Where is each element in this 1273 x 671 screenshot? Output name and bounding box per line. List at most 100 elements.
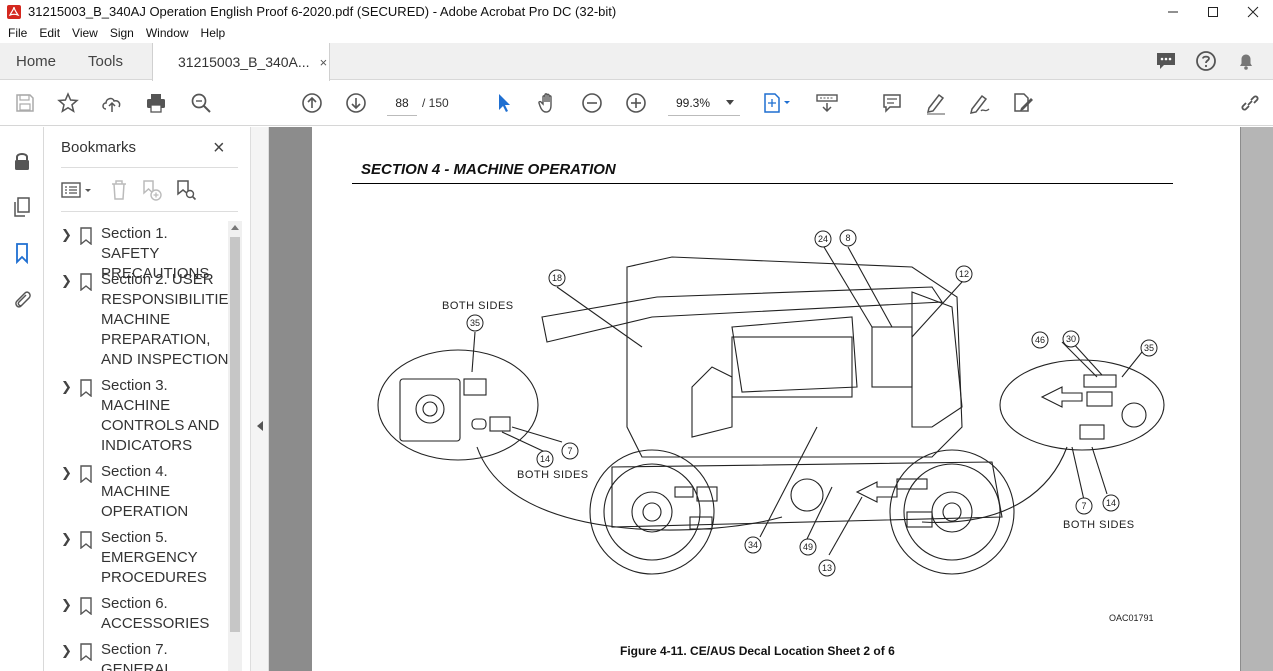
menu-view[interactable]: View (66, 26, 104, 40)
link-chain-icon (1241, 95, 1259, 111)
print-button[interactable] (144, 91, 168, 115)
magnifier-search-icon (191, 93, 211, 113)
bookmark-item[interactable]: ❯ Section 4. MACHINE OPERATION (61, 462, 229, 522)
acrobat-window: 31215003_B_340AJ Operation English Proof… (0, 0, 1273, 671)
chevron-right-icon[interactable]: ❯ (61, 270, 79, 370)
menu-sign[interactable]: Sign (104, 26, 140, 40)
callout-number: 7 (1081, 501, 1086, 511)
new-bookmark-icon[interactable] (141, 179, 163, 201)
lock-icon (15, 153, 29, 170)
share-link-button[interactable] (1238, 91, 1262, 115)
minimize-icon (1168, 11, 1178, 12)
divider (61, 211, 238, 212)
bookmark-icon (79, 376, 101, 456)
page-fit-button[interactable] (760, 91, 794, 115)
chevron-right-icon[interactable]: ❯ (61, 376, 79, 456)
find-bookmark-icon[interactable] (175, 179, 197, 201)
tab-tools[interactable]: Tools (88, 43, 123, 80)
upload-cloud-button[interactable] (100, 91, 124, 115)
tab-close-button[interactable]: × (320, 55, 328, 70)
bookmark-label: Section 6. ACCESSORIES (101, 595, 210, 632)
bookmark-item[interactable]: ❯ Section 5. EMERGENCY PROCEDURES (61, 528, 229, 588)
bookmark-item[interactable]: ❯ Section 7. GENERAL (61, 640, 229, 671)
bookmark-item[interactable]: ❯ Section 2. USER RESPONSIBILITIES, MACH… (61, 270, 229, 370)
both-sides-label: BOTH SIDES (442, 300, 514, 312)
zoom-in-button[interactable] (624, 91, 648, 115)
save-disk-icon (16, 94, 34, 112)
tab-document-label: 31215003_B_340A... (178, 54, 310, 70)
paperclip-icon (15, 291, 31, 308)
bookmark-icon (79, 270, 101, 370)
bookmark-label: Section 3. MACHINE CONTROLS AND INDICATO… (101, 377, 220, 454)
menu-edit[interactable]: Edit (33, 26, 66, 40)
zoom-level-dropdown[interactable]: 99.3% (668, 90, 740, 116)
callout-number: 14 (540, 454, 550, 464)
collapse-panel-arrow-icon[interactable] (257, 421, 263, 431)
save-button[interactable] (13, 91, 37, 115)
document-viewport[interactable]: SECTION 4 - MACHINE OPERATION 24 8 18 12… (269, 127, 1241, 671)
panel-splitter[interactable] (250, 127, 269, 671)
bookmark-item[interactable]: ❯ Section 6. ACCESSORIES (61, 594, 229, 634)
menu-window[interactable]: Window (140, 26, 195, 40)
page-thumbnails-button[interactable] (10, 195, 34, 219)
bookmarks-panel-title: Bookmarks (61, 139, 137, 156)
callout-number: 14 (1106, 498, 1116, 508)
menu-file[interactable]: File (2, 26, 33, 40)
highlighter-pen-icon (926, 93, 945, 115)
bookmarks-scrollbar[interactable] (228, 221, 242, 671)
close-window-button[interactable] (1233, 0, 1273, 23)
pen-signature-icon (969, 94, 990, 114)
hand-tool-button[interactable] (536, 91, 560, 115)
star-icon (57, 92, 79, 113)
edit-pdf-button[interactable] (1011, 91, 1035, 115)
help-icon[interactable] (1195, 50, 1217, 72)
chevron-right-icon[interactable]: ❯ (61, 640, 79, 671)
bookmarks-panel-button[interactable] (10, 241, 34, 265)
tab-document[interactable]: 31215003_B_340A... × (152, 43, 330, 81)
scrolling-mode-button[interactable] (815, 91, 839, 115)
find-zoom-button[interactable] (189, 91, 213, 115)
comment-button[interactable] (880, 91, 904, 115)
bookmark-label: Section 2. USER RESPONSIBILITIES, MACHIN… (101, 271, 229, 368)
next-page-button[interactable] (344, 91, 368, 115)
minus-circle-icon (582, 93, 602, 113)
figure-caption: Figure 4-11. CE/AUS Decal Location Sheet… (620, 644, 895, 658)
chevron-right-icon[interactable]: ❯ (61, 594, 79, 634)
callout-number: 7 (567, 446, 572, 456)
chevron-right-icon[interactable]: ❯ (61, 528, 79, 588)
bookmark-star-button[interactable] (56, 91, 80, 115)
attachments-button[interactable] (10, 287, 34, 311)
maximize-button[interactable] (1193, 0, 1233, 23)
both-sides-label: BOTH SIDES (1063, 519, 1135, 531)
trash-delete-icon[interactable] (109, 179, 129, 201)
minimize-button[interactable] (1153, 0, 1193, 23)
main-toolbar: 88 / 150 99.3% (0, 81, 1273, 126)
document-right-margin (1241, 127, 1273, 671)
bookmark-options-icon[interactable] (61, 180, 97, 200)
bookmark-label: Section 7. GENERAL (101, 641, 173, 671)
hand-pan-icon (538, 93, 552, 113)
menu-help[interactable]: Help (195, 26, 232, 40)
comment-bubble-icon[interactable] (1155, 50, 1177, 72)
scroll-up-arrow-icon[interactable] (231, 225, 239, 230)
plus-circle-icon (626, 93, 646, 113)
both-sides-label: BOTH SIDES (517, 469, 589, 481)
security-lock-button[interactable] (10, 149, 34, 173)
cloud-upload-icon (102, 97, 121, 112)
scrollbar-thumb[interactable] (230, 237, 240, 632)
bookmark-item[interactable]: ❯ Section 3. MACHINE CONTROLS AND INDICA… (61, 376, 229, 456)
highlight-button[interactable] (924, 91, 948, 115)
draw-sign-button[interactable] (968, 91, 992, 115)
page-number-input[interactable]: 88 (387, 90, 417, 116)
tab-home[interactable]: Home (16, 43, 56, 80)
select-tool-button[interactable] (492, 91, 516, 115)
previous-page-button[interactable] (300, 91, 324, 115)
bookmark-icon (79, 640, 101, 671)
edit-document-icon (1014, 93, 1033, 112)
notification-bell-icon[interactable] (1235, 50, 1257, 72)
bookmarks-close-button[interactable]: × (213, 137, 225, 160)
callout-number: 13 (822, 563, 832, 573)
callout-number: 24 (818, 234, 828, 244)
zoom-out-button[interactable] (580, 91, 604, 115)
chevron-right-icon[interactable]: ❯ (61, 462, 79, 522)
